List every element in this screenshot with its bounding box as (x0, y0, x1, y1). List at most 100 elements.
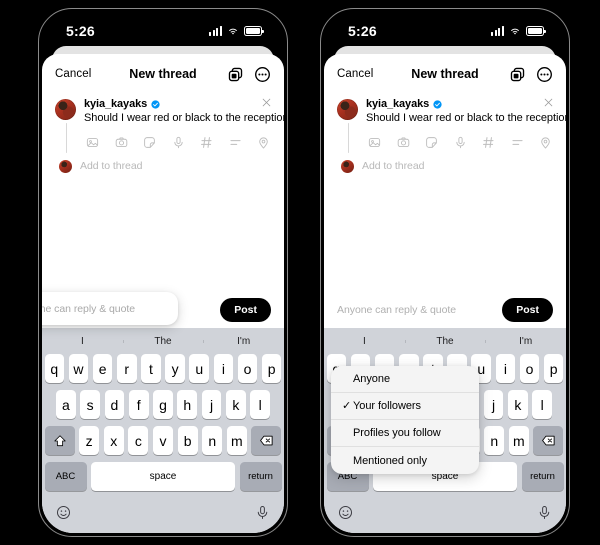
menu-item-label: Anyone (353, 373, 391, 385)
reply-setting-card[interactable]: Anyone can reply & quote (42, 292, 178, 325)
key-o[interactable]: o (519, 354, 540, 383)
cancel-button[interactable]: Cancel (337, 68, 373, 80)
more-circle-icon[interactable] (254, 66, 271, 83)
close-icon[interactable] (544, 98, 553, 107)
key-n[interactable]: n (202, 426, 223, 455)
key-i[interactable]: i (495, 354, 516, 383)
key-q[interactable]: q (44, 354, 65, 383)
prediction-item[interactable]: I'm (485, 336, 566, 347)
key-c[interactable]: c (128, 426, 149, 455)
composer-text-input[interactable]: Should I wear red or black to the recept… (366, 112, 566, 126)
avatar[interactable] (55, 99, 76, 120)
more-circle-icon[interactable] (536, 66, 553, 83)
microphone-icon[interactable] (454, 136, 467, 149)
menu-item-anyone[interactable]: Anyone (331, 366, 479, 393)
prediction-item[interactable]: The (404, 336, 486, 347)
prediction-item[interactable]: I (324, 336, 405, 347)
prediction-item[interactable]: The (122, 336, 204, 347)
backspace-key[interactable] (533, 426, 564, 455)
key-r[interactable]: r (116, 354, 137, 383)
key-u[interactable]: u (189, 354, 210, 383)
key-p[interactable]: p (261, 354, 282, 383)
emoji-icon[interactable] (56, 505, 71, 520)
key-k[interactable]: k (508, 390, 528, 419)
composer-text-input[interactable]: Should I wear red or black to the recept… (84, 112, 284, 126)
key-z[interactable]: z (79, 426, 100, 455)
key-t[interactable]: t (141, 354, 161, 383)
key-s[interactable]: s (80, 390, 100, 419)
key-k[interactable]: k (226, 390, 246, 419)
camera-icon[interactable] (115, 136, 128, 149)
username[interactable]: kyia_kayaks (366, 98, 429, 110)
key-j[interactable]: j (201, 390, 222, 419)
sticker-icon[interactable] (425, 136, 438, 149)
key-l[interactable]: l (532, 390, 552, 419)
key-b[interactable]: b (177, 426, 198, 455)
add-to-thread-row[interactable]: Add to thread (337, 159, 553, 173)
post-button[interactable]: Post (220, 297, 271, 323)
location-icon[interactable] (539, 136, 552, 149)
poll-icon[interactable] (511, 136, 524, 149)
close-icon[interactable] (262, 98, 271, 107)
copy-stack-icon[interactable] (227, 66, 244, 83)
username-row: kyia_kayaks (84, 98, 271, 110)
key-e[interactable]: e (92, 354, 113, 383)
key-j[interactable]: j (483, 390, 504, 419)
camera-icon[interactable] (397, 136, 410, 149)
phone-screen-left: 5:26 Cancel New thread kyia_kayaks Shoul… (42, 12, 284, 533)
backspace-key[interactable] (251, 426, 282, 455)
menu-item-your-followers[interactable]: ✓ Your followers (331, 393, 479, 420)
dictation-microphone-icon[interactable] (537, 505, 552, 520)
key-n[interactable]: n (484, 426, 505, 455)
abc-key[interactable]: ABC (44, 462, 87, 491)
image-icon[interactable] (86, 136, 99, 149)
key-i[interactable]: i (213, 354, 234, 383)
image-icon[interactable] (368, 136, 381, 149)
key-m[interactable]: m (508, 426, 529, 455)
phone-mockup-left: 5:26 Cancel New thread kyia_kayaks Shoul… (38, 8, 288, 537)
key-a[interactable]: a (56, 390, 76, 419)
shift-key[interactable] (44, 426, 75, 455)
key-d[interactable]: d (104, 390, 125, 419)
key-x[interactable]: x (103, 426, 124, 455)
copy-stack-icon[interactable] (509, 66, 526, 83)
menu-item-mentioned-only[interactable]: Mentioned only (331, 447, 479, 474)
cancel-button[interactable]: Cancel (55, 68, 91, 80)
status-bar: 5:26 (42, 12, 284, 50)
key-l[interactable]: l (250, 390, 270, 419)
reply-setting-label[interactable]: Anyone can reply & quote (337, 304, 456, 316)
poll-icon[interactable] (229, 136, 242, 149)
nav-actions (227, 66, 271, 83)
keyboard-row-4: ABC space return (42, 462, 284, 491)
return-key[interactable]: return (521, 462, 564, 491)
add-to-thread-row[interactable]: Add to thread (55, 159, 271, 173)
hashtag-icon[interactable] (200, 136, 213, 149)
avatar[interactable] (337, 99, 358, 120)
key-p[interactable]: p (543, 354, 564, 383)
hashtag-icon[interactable] (482, 136, 495, 149)
key-f[interactable]: f (128, 390, 149, 419)
key-g[interactable]: g (153, 390, 173, 419)
key-y[interactable]: y (165, 354, 185, 383)
menu-item-profiles-you-follow[interactable]: Profiles you follow (331, 420, 479, 447)
prediction-item[interactable]: I'm (203, 336, 284, 347)
emoji-icon[interactable] (338, 505, 353, 520)
key-o[interactable]: o (237, 354, 258, 383)
key-w[interactable]: w (68, 354, 89, 383)
navigation-bar: Cancel New thread (42, 54, 284, 94)
return-key[interactable]: return (239, 462, 282, 491)
microphone-icon[interactable] (172, 136, 185, 149)
post-button[interactable]: Post (502, 297, 553, 323)
dictation-microphone-icon[interactable] (255, 505, 270, 520)
key-m[interactable]: m (226, 426, 247, 455)
sticker-icon[interactable] (143, 136, 156, 149)
thread-composer: kyia_kayaks Should I wear red or black t… (42, 94, 284, 173)
location-icon[interactable] (257, 136, 270, 149)
space-key[interactable]: space (91, 462, 235, 491)
key-h[interactable]: h (177, 390, 198, 419)
key-v[interactable]: v (152, 426, 174, 455)
username[interactable]: kyia_kayaks (84, 98, 147, 110)
battery-icon (244, 26, 264, 36)
prediction-item[interactable]: I (42, 336, 123, 347)
add-to-thread-label: Add to thread (362, 160, 425, 173)
